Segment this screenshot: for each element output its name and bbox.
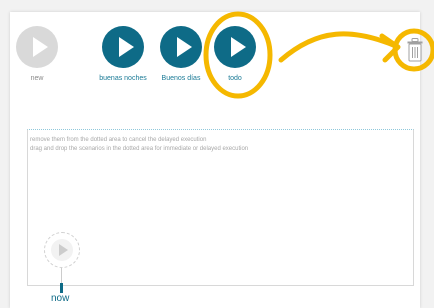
- play-icon: [231, 37, 246, 57]
- play-icon: [177, 37, 192, 57]
- scenario-todo[interactable]: todo: [195, 26, 275, 83]
- play-icon: [33, 37, 48, 57]
- scenario-label-todo: todo: [228, 75, 242, 82]
- play-todo-button[interactable]: [214, 26, 256, 68]
- cancel-hint-text: remove them from the dotted area to canc…: [30, 137, 207, 143]
- play-icon: [59, 244, 68, 256]
- play-buenas-noches-button[interactable]: [102, 26, 144, 68]
- drag-drop-hint-text: drag and drop the scenarios in the dotte…: [30, 146, 249, 152]
- scenario-label-new: new: [30, 75, 44, 82]
- now-marker[interactable]: [60, 283, 63, 293]
- scenario-new[interactable]: new: [0, 26, 77, 83]
- now-label: now: [51, 293, 70, 304]
- timeline-placeholder-stem: [61, 268, 62, 284]
- timeline-placeholder-slot: [44, 232, 80, 268]
- play-new-button[interactable]: [16, 26, 58, 68]
- play-icon: [119, 37, 134, 57]
- trash-icon[interactable]: [407, 38, 423, 62]
